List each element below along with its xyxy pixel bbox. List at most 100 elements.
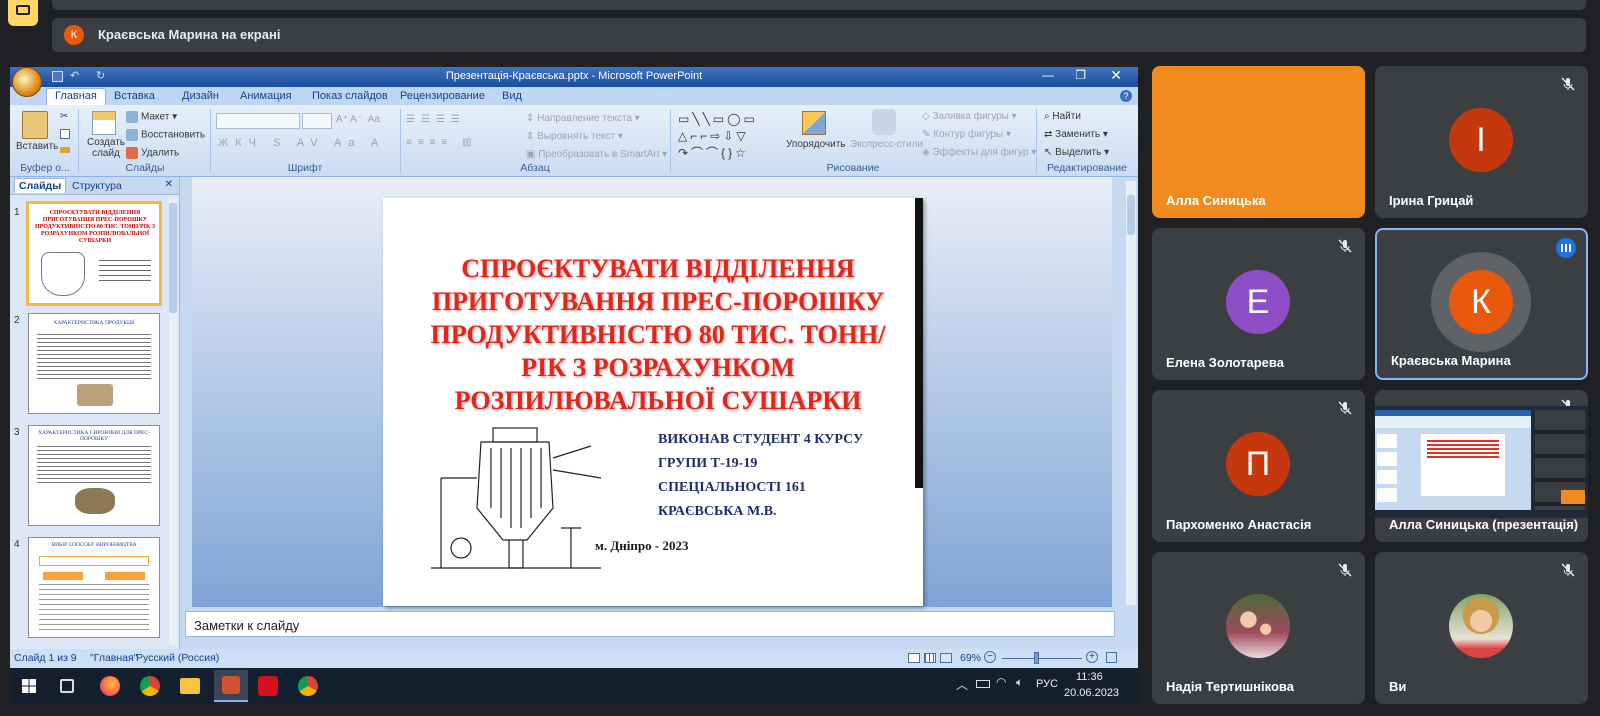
mic-off-icon [1337, 238, 1353, 254]
tab-home[interactable]: Главная [46, 88, 106, 106]
task-view-icon[interactable] [60, 679, 74, 693]
slide-thumbnail-1[interactable]: СПРОЄКТУВАТИ ВІДДІЛЕННЯ ПРИГОТУВАННЯ ПРЕ… [26, 201, 162, 306]
acrobat-icon[interactable] [258, 676, 278, 696]
fit-slide-icon[interactable] [1106, 652, 1117, 663]
paste-icon[interactable] [22, 111, 48, 139]
reset-button[interactable]: Восстановить [126, 129, 205, 141]
copy-icon[interactable] [60, 129, 70, 139]
minimize-button[interactable]: — [1042, 68, 1054, 82]
language-indicator[interactable]: Русский (Россия) [136, 652, 219, 664]
powerpoint-taskbar-icon[interactable] [214, 670, 248, 702]
thumbnail-image [75, 488, 115, 514]
office-button[interactable] [12, 67, 42, 97]
tab-review[interactable]: Рецензирование [392, 89, 493, 103]
tab-outline[interactable]: Структура [72, 180, 122, 192]
start-icon[interactable] [22, 679, 36, 693]
current-slide[interactable]: СПРОЄКТУВАТИ ВІДДІЛЕННЯ ПРИГОТУВАННЯ ПРЕ… [383, 198, 923, 606]
maximize-button[interactable]: ❐ [1075, 68, 1086, 82]
shapes-gallery[interactable]: ▭╲╲▭◯▭ △⌐⌐⇨⇩▽ ↷⌒⌒{}☆ [678, 111, 782, 162]
align-text-button[interactable]: ⇕ Выровнять текст ▾ [526, 131, 623, 142]
notes-pane[interactable]: Заметки к слайду [185, 611, 1115, 637]
canvas-scrollbar[interactable] [1126, 181, 1136, 605]
font-size-box[interactable] [302, 113, 332, 129]
window-title: Презентація-Краєвська.pptx - Microsoft P… [445, 70, 703, 82]
replace-button[interactable]: ⇄ Заменить ▾ [1044, 129, 1108, 140]
zoom-slider-thumb[interactable] [1034, 652, 1039, 664]
file-explorer-icon[interactable] [180, 678, 200, 694]
participant-tile[interactable]: П Пархоменко Анастасія [1152, 390, 1365, 542]
find-button[interactable]: ⌕ Найти [1044, 111, 1081, 122]
participant-tile[interactable]: Алла Синицька [1152, 66, 1365, 218]
participant-name: Елена Золотарева [1166, 355, 1284, 370]
zoom-slider[interactable] [1002, 658, 1082, 659]
font-size-buttons[interactable]: A⁺ A⁻ Aa [336, 114, 380, 125]
participant-tile[interactable]: І Ірина Грицай [1375, 66, 1588, 218]
tab-design[interactable]: Дизайн [174, 89, 227, 103]
quick-styles-icon[interactable] [872, 109, 896, 135]
shape-effects-button[interactable]: ◈ Эффекты для фигур ▾ [922, 147, 1036, 158]
slide-thumbnail-2[interactable]: ХАРАКТЕРИСТИКА ПРОДУКЦІЇ [28, 313, 160, 414]
tab-insert[interactable]: Вставка [106, 89, 163, 103]
paste-button[interactable]: Вставить [16, 141, 58, 152]
new-slide-button[interactable]: Создать слайд [86, 137, 126, 159]
align-buttons[interactable]: ≡≡≡≡ ▥ [406, 137, 478, 148]
slide-thumbnail-3[interactable]: ХАРАКТЕРИСТИКА СИРОВИНИ ДЛЯ ПРЕС-ПОРОШКУ [28, 425, 160, 526]
panel-scrollbar[interactable] [169, 197, 177, 645]
chrome-icon[interactable] [140, 676, 160, 696]
author-block: ВИКОНАВ СТУДЕНТ 4 КУРСУ ГРУПИ Т-19-19 СП… [658, 428, 863, 524]
font-format-buttons[interactable]: ЖКЧ S AV Aa A [218, 137, 385, 149]
arrange-button[interactable]: Упорядочить [786, 139, 846, 150]
list-buttons[interactable]: ☰☰☰☰ [406, 114, 466, 125]
select-button[interactable]: ↖ Выделить ▾ [1044, 147, 1109, 158]
chrome-icon-2[interactable] [298, 676, 318, 696]
tab-animation[interactable]: Анимация [232, 89, 300, 103]
canvas-scroll-thumb[interactable] [1127, 195, 1135, 235]
view-slideshow-icon[interactable] [940, 653, 952, 663]
participant-photo [1449, 594, 1513, 658]
group-font-label: Шрифт [287, 162, 323, 174]
preview-thumbnails [1377, 434, 1397, 506]
participant-tile[interactable]: Е Елена Золотарева [1152, 228, 1365, 380]
tray-chevron-icon[interactable]: ︿ [956, 676, 968, 693]
input-language[interactable]: РУС [1036, 678, 1058, 690]
slide-footer: м. Дніпро - 2023 [595, 538, 689, 553]
wifi-icon[interactable]: ◠ [996, 675, 1006, 689]
quick-styles-button[interactable]: Экспресс-стили [850, 139, 923, 150]
close-button[interactable]: ✕ [1110, 67, 1122, 84]
participant-avatar: Е [1226, 270, 1290, 334]
slide-thumbnail-4[interactable]: ВИБІР СПОСОБУ ВИРОБНИЦТВА [28, 537, 160, 638]
zoom-in-icon[interactable]: + [1086, 651, 1098, 663]
format-painter-icon[interactable] [60, 147, 70, 153]
participant-tile[interactable]: Надія Тертишнікова [1152, 552, 1365, 704]
help-icon[interactable]: ? [1120, 90, 1132, 102]
presentation-tile[interactable]: Алла Синицька (презентація) [1375, 390, 1588, 542]
close-panel-icon[interactable]: ✕ [165, 179, 173, 190]
participant-tile-active-speaker[interactable]: К Краєвська Марина [1375, 228, 1588, 380]
panel-scroll-thumb[interactable] [169, 203, 177, 313]
zoom-level[interactable]: 69% [960, 652, 981, 664]
convert-smartart-button[interactable]: ▣ Преобразовать в SmartArt ▾ [526, 149, 667, 160]
text-direction-button[interactable]: ⇕ Направление текста ▾ [526, 113, 640, 124]
text-direction-label: Направление текста [537, 113, 632, 124]
clock-date[interactable]: 20.06.2023 [1064, 687, 1119, 699]
shape-fill-button[interactable]: ◇ Заливка фигуры ▾ [922, 111, 1017, 122]
tab-slides[interactable]: Слайды [14, 178, 67, 193]
firefox-icon[interactable] [100, 676, 120, 696]
tab-slideshow[interactable]: Показ слайдов [304, 89, 396, 103]
view-sorter-icon[interactable] [924, 653, 936, 663]
ribbon: Вставить ✂ Буфер о... Создать слайд Маке… [10, 105, 1138, 177]
clock-time[interactable]: 11:36 [1076, 671, 1103, 683]
zoom-out-icon[interactable]: − [984, 651, 996, 663]
meet-top-icon[interactable] [8, 0, 38, 26]
delete-slide-button[interactable]: Удалить [126, 147, 179, 159]
shape-outline-button[interactable]: ✎ Контур фигуры ▾ [922, 129, 1011, 140]
cut-icon[interactable]: ✂ [60, 111, 68, 122]
new-slide-icon[interactable] [92, 111, 116, 135]
tab-view[interactable]: Вид [494, 89, 530, 103]
view-normal-icon[interactable] [908, 653, 920, 663]
layout-button[interactable]: Макет ▾ [126, 111, 177, 123]
volume-icon[interactable]: 🔈︎ [1016, 675, 1023, 690]
font-name-box[interactable] [216, 113, 300, 129]
arrange-icon[interactable] [802, 111, 826, 135]
participant-tile-self[interactable]: Ви [1375, 552, 1588, 704]
